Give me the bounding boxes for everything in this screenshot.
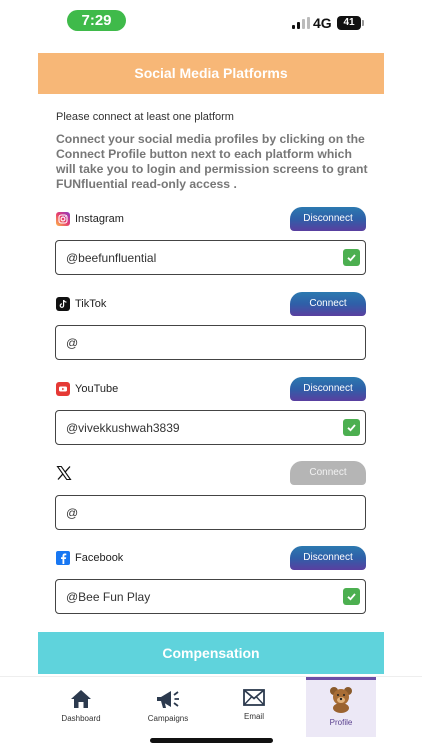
youtube-handle-input[interactable] [66,411,336,444]
tiktok-handle-field[interactable] [55,325,366,360]
tab-label: Email [243,712,264,721]
platform-name: Facebook [75,552,124,564]
x-icon [56,465,72,481]
tiktok-handle-input[interactable] [66,326,336,359]
home-indicator[interactable] [150,738,273,743]
platform-youtube: YouTube [56,381,118,397]
battery-icon: 41 [337,16,364,30]
instruction-description: Connect your social media profiles by cl… [56,132,368,191]
facebook-handle-field[interactable] [55,579,366,614]
signal-icon [292,17,312,29]
instruction-text: Please connect at least one platform [56,111,234,123]
platform-facebook: Facebook [56,550,123,566]
platform-name: Instagram [75,213,124,225]
platform-tiktok: TikTok [56,296,106,312]
compensation-section-header[interactable]: Compensation [38,632,384,674]
tiktok-connect-button[interactable]: Connect [290,292,366,316]
status-time: 7:29 [67,10,126,31]
tab-label: Dashboard [61,714,101,723]
youtube-disconnect-button[interactable]: Disconnect [290,377,366,401]
youtube-handle-field[interactable] [55,410,366,445]
x-handle-field[interactable] [55,495,366,530]
platform-instagram: Instagram [56,211,124,227]
instagram-icon [56,212,70,226]
instagram-handle-field[interactable] [55,240,366,275]
bear-avatar-icon [327,685,355,718]
status-bar: 7:29 4G 41 [0,0,422,40]
check-icon [343,249,360,266]
tab-campaigns[interactable]: Campaigns [133,677,203,737]
facebook-icon [56,551,70,565]
tab-profile[interactable]: Profile [306,677,376,737]
check-icon [343,588,360,605]
home-icon [70,689,92,714]
x-connect-button[interactable]: Connect [290,461,366,485]
x-handle-input[interactable] [66,496,336,529]
page-title: Social Media Platforms [38,53,384,94]
envelope-icon [243,689,265,711]
network-type: 4G [313,15,332,31]
tab-label: Profile [329,718,353,727]
tab-dashboard[interactable]: Dashboard [46,677,116,737]
check-icon [343,419,360,436]
facebook-handle-input[interactable] [66,580,336,613]
instagram-disconnect-button[interactable]: Disconnect [290,207,366,231]
platform-x [56,465,72,481]
tab-label: Campaigns [147,714,189,723]
platform-name: YouTube [75,383,119,395]
facebook-disconnect-button[interactable]: Disconnect [290,546,366,570]
megaphone-icon [155,689,181,716]
instagram-handle-input[interactable] [66,241,336,274]
youtube-icon [56,382,70,396]
platform-name: TikTok [75,298,107,310]
tiktok-icon [56,297,70,311]
tab-email[interactable]: Email [219,677,289,737]
